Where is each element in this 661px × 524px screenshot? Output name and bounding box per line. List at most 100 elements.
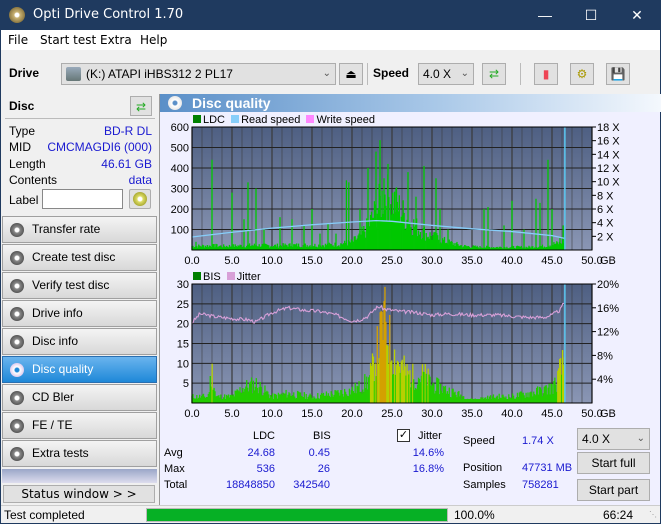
y-left-tick-label: 20	[177, 319, 189, 331]
panel-header: Disc quality	[160, 94, 661, 112]
nav-label: Extra tests	[32, 446, 89, 460]
y-right-tick-label: 4%	[597, 374, 613, 386]
max-label: Max	[164, 463, 185, 475]
max-bis: 26	[317, 463, 330, 475]
nav-transfer-rate[interactable]: Transfer rate	[2, 216, 157, 243]
drive-label: Drive	[9, 66, 40, 80]
start-full-button[interactable]: Start full	[577, 452, 650, 474]
floppy-disk-icon: 💾	[610, 67, 626, 81]
x-tick-label: 25.0	[381, 408, 402, 420]
options-button[interactable]: ⚙	[570, 63, 594, 85]
x-tick-label: 45.0	[541, 408, 562, 420]
ldc-chart: 0.0 5.0 10.0 15.0 20.0 25.0 30.0 35.0 40.0 45.0 50…	[171, 122, 621, 267]
status-window-button[interactable]: Status window > >	[3, 485, 155, 503]
position-value: 47731 MB	[522, 462, 573, 474]
y-right-tick-label: 2 X	[597, 231, 614, 243]
y-left-tick-label: 5	[183, 378, 189, 390]
y-left-tick-label: 300	[171, 184, 189, 196]
x-tick-label: 15.0	[301, 408, 322, 420]
speed-select[interactable]: 4.0 X ⌄	[418, 63, 474, 85]
y-right-tick-label: 12%	[597, 327, 619, 339]
chevron-down-icon: ⌄	[460, 68, 469, 79]
start-part-button[interactable]: Start part	[577, 479, 650, 501]
refresh-arrows-icon: ⇄	[135, 100, 147, 114]
disc-label-button[interactable]	[129, 189, 151, 209]
total-ldc: 18848850	[226, 479, 275, 491]
refresh-arrows-icon: ⇄	[488, 67, 500, 81]
disc-gear-icon	[10, 279, 24, 293]
nav-label: Create test disc	[32, 250, 116, 264]
x-tick-label: 0.0	[184, 255, 199, 267]
y-left-tick-label: 30	[177, 279, 189, 291]
y-left-tick-label: 500	[171, 143, 189, 155]
y-left-tick-label: 600	[171, 122, 189, 134]
bis-chart: 0.0 5.0 10.0 15.0 20.0 25.0 30.0 35.0 40.0 45.0 50…	[177, 279, 619, 420]
menu-help[interactable]: Help	[140, 33, 167, 47]
refresh-button[interactable]: ⇄	[482, 63, 506, 85]
disc-refresh-button[interactable]: ⇄	[130, 96, 152, 116]
avg-jitter: 14.6%	[412, 447, 444, 459]
window-title: Opti Drive Control 1.70	[33, 7, 184, 22]
nav-create-test-disc[interactable]: Create test disc	[2, 244, 157, 271]
total-bis: 342540	[293, 479, 330, 491]
menu-start-test[interactable]: Start test	[40, 33, 96, 47]
y-right-tick-label: 14 X	[597, 149, 620, 161]
drive-icon	[66, 67, 81, 81]
x-tick-label: 40.0	[501, 255, 522, 267]
nav-cd-bler[interactable]: CD Bler	[2, 384, 157, 411]
app-window: Opti Drive Control 1.70 — ☐ ✕ File Start…	[1, 0, 661, 523]
y-right-tick-label: 10 X	[597, 177, 620, 189]
x-tick-label: 20.0	[341, 408, 362, 420]
nav-label: Transfer rate	[32, 222, 101, 236]
gears-icon: ⚙	[576, 67, 588, 81]
divider	[401, 506, 402, 524]
avg-label: Avg	[164, 447, 183, 459]
progress-fill	[147, 509, 447, 521]
nav-verify-test-disc[interactable]: Verify test disc	[2, 272, 157, 299]
disc-gear-icon	[10, 447, 24, 461]
panel-title: Disc quality	[192, 95, 271, 111]
close-button[interactable]: ✕	[614, 0, 660, 30]
disc-gear-icon	[10, 251, 24, 265]
nav-drive-info[interactable]: Drive info	[2, 300, 157, 327]
eject-button[interactable]: ⏏	[339, 63, 363, 85]
y-left-tick-label: 15	[177, 339, 189, 351]
resize-grip-icon[interactable]: ⋱	[649, 510, 657, 519]
x-tick-label: 30.0	[421, 255, 442, 267]
nav-label: Disc info	[32, 334, 79, 348]
col-bis-header: BIS	[313, 430, 331, 442]
minimize-button[interactable]: —	[522, 0, 568, 30]
nav-fe-te[interactable]: FE / TE	[2, 412, 157, 439]
avg-bis: 0.45	[308, 447, 330, 459]
sidebar: Disc ⇄ Type BD-R DL MID CMCMAGDI6 (000) Le…	[1, 94, 158, 505]
y-right-tick-label: 6 X	[597, 204, 614, 216]
x-tick-label: 20.0	[341, 255, 362, 267]
y-left-tick-label: 10	[177, 358, 189, 370]
separator	[367, 63, 368, 85]
toolbar: Drive (K:) ATAPI iHBS312 2 PL17 ⌄ ⏏ Spee…	[1, 50, 660, 94]
eraser-icon: ▮	[542, 67, 550, 81]
nav-disc-quality[interactable]: Disc quality	[2, 356, 157, 383]
drive-select[interactable]: (K:) ATAPI iHBS312 2 PL17 ⌄	[61, 63, 336, 85]
status-bar: Test completed 100.0% 66:24 ⋱	[1, 505, 660, 523]
nav-extra-tests[interactable]: Extra tests	[2, 440, 157, 467]
erase-button[interactable]: ▮	[534, 63, 558, 85]
max-ldc: 536	[256, 463, 275, 475]
nav-disc-info[interactable]: Disc info	[2, 328, 157, 355]
y-right-tick-label: 20%	[597, 279, 619, 291]
elapsed-time: 66:24	[603, 508, 634, 522]
nav-label: Drive info	[32, 306, 83, 320]
menu-extra[interactable]: Extra	[100, 33, 132, 47]
disc-label-input[interactable]	[42, 189, 123, 209]
menu-file[interactable]: File	[8, 33, 28, 47]
samples-value: 758281	[522, 479, 559, 491]
disc-quality-panel: Disc quality LDC Read speed Write speed …	[159, 94, 661, 505]
speed-label: Speed	[373, 66, 410, 80]
maximize-button[interactable]: ☐	[568, 0, 614, 30]
save-button[interactable]: 💾	[606, 63, 630, 85]
x-axis-unit: GB	[600, 408, 616, 420]
nav-label: Disc quality	[32, 362, 94, 376]
jitter-checkbox[interactable]: ✓	[397, 429, 410, 442]
test-speed-select[interactable]: 4.0 X ⌄	[577, 428, 650, 450]
disc-type-row: Type BD-R DL	[9, 124, 152, 138]
